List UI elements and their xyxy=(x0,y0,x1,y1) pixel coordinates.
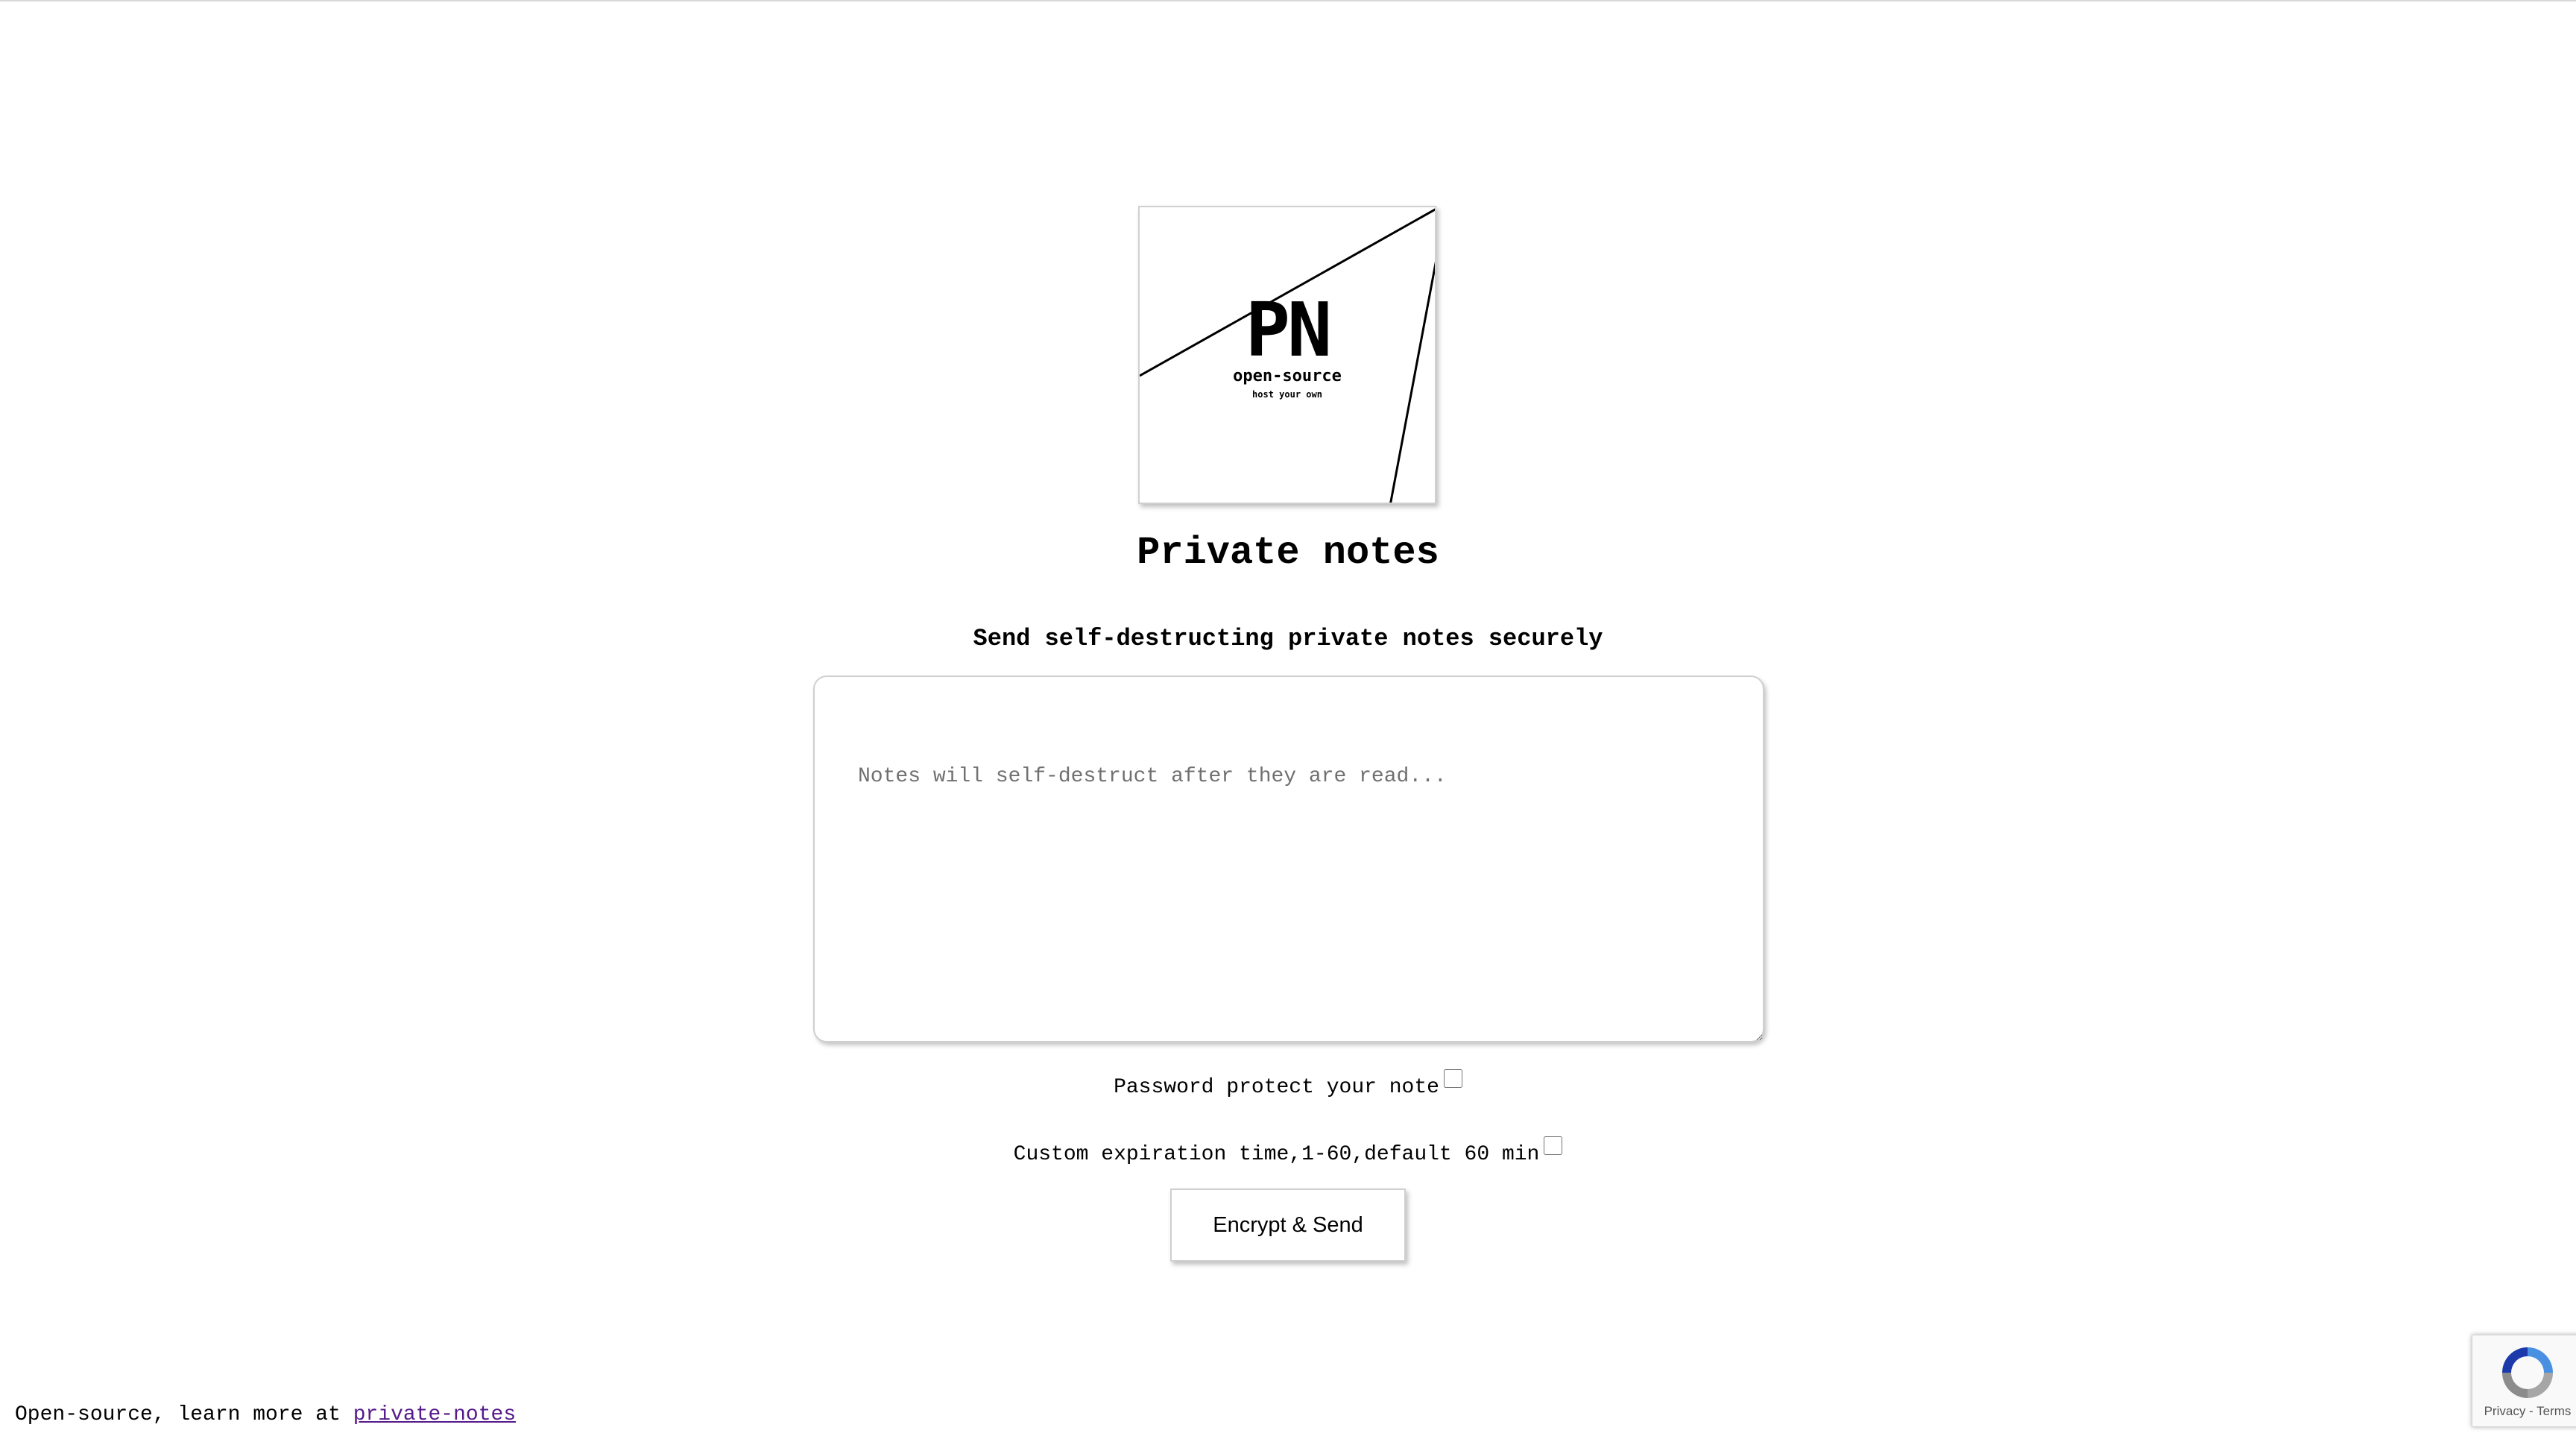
logo-mark: PN xyxy=(1245,286,1332,374)
password-checkbox[interactable] xyxy=(1443,1069,1462,1088)
logo: PN open-source host your own xyxy=(1138,206,1436,504)
password-option: Password protect your note xyxy=(0,1069,2576,1099)
expiration-option: Custom expiration time,1-60,default 60 m… xyxy=(0,1136,2576,1166)
expiration-option-label: Custom expiration time,1-60,default 60 m… xyxy=(1013,1143,1540,1166)
expiration-checkbox[interactable] xyxy=(1544,1136,1563,1155)
password-option-label: Password protect your note xyxy=(1114,1076,1439,1099)
recaptcha-icon xyxy=(2502,1347,2553,1398)
logo-tagline-small: host your own xyxy=(1252,389,1322,400)
recaptcha-links[interactable]: Privacy - Terms xyxy=(2472,1404,2576,1419)
footer-text: Open-source, learn more at xyxy=(15,1403,353,1426)
private-notes-link[interactable]: private-notes xyxy=(353,1403,516,1426)
encrypt-send-button[interactable]: Encrypt & Send xyxy=(1170,1189,1406,1262)
page-title: Private notes xyxy=(1137,531,1439,575)
recaptcha-badge[interactable]: Privacy - Terms xyxy=(2472,1335,2576,1427)
note-textarea[interactable] xyxy=(813,676,1764,1042)
logo-tagline: open-source xyxy=(1233,367,1342,385)
page-subtitle: Send self-destructing private notes secu… xyxy=(973,625,1603,652)
page: PN open-source host your own Private not… xyxy=(0,0,2576,1445)
footer: Open-source, learn more at private-notes xyxy=(15,1403,516,1426)
